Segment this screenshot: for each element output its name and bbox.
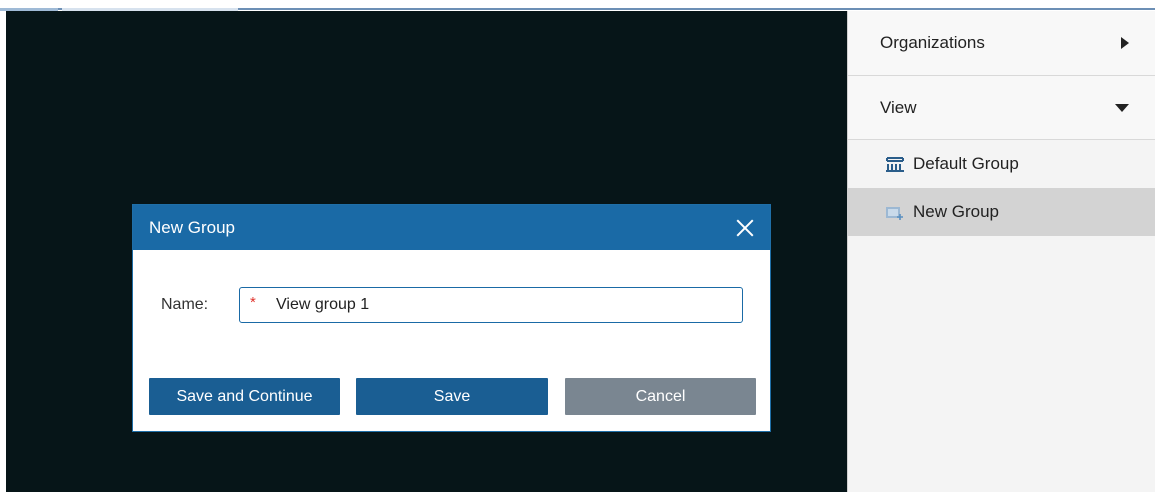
- view-label: View: [880, 97, 917, 117]
- dialog-header: New Group: [133, 205, 770, 250]
- right-panel: Organizations View Default Group New Gro…: [847, 11, 1155, 492]
- group-building-icon: [885, 156, 905, 172]
- save-button[interactable]: Save: [356, 378, 548, 415]
- name-label: Name:: [161, 296, 209, 313]
- dialog-title: New Group: [149, 217, 235, 237]
- tree-item-default-group[interactable]: Default Group: [848, 140, 1155, 188]
- tree-item-label: New Group: [913, 202, 999, 221]
- required-marker: *: [250, 293, 256, 311]
- organizations-label: Organizations: [880, 33, 985, 52]
- name-row: Name: *: [161, 287, 743, 323]
- save-and-continue-button[interactable]: Save and Continue: [149, 378, 340, 415]
- chevron-down-icon[interactable]: [1115, 103, 1129, 112]
- chevron-right-icon[interactable]: [1121, 37, 1129, 49]
- view-section[interactable]: View: [848, 76, 1155, 140]
- tree-item-label: Default Group: [913, 154, 1019, 173]
- cancel-button[interactable]: Cancel: [565, 378, 756, 415]
- organizations-section[interactable]: Organizations: [848, 11, 1155, 76]
- new-group-dialog: New Group Name: * Save and Continue Save…: [132, 204, 771, 432]
- tree-item-new-group[interactable]: New Group: [848, 188, 1155, 236]
- name-field-wrapper[interactable]: *: [239, 287, 743, 323]
- close-icon[interactable]: [734, 217, 756, 239]
- name-input[interactable]: [276, 296, 726, 314]
- top-accent-bar: [0, 0, 1155, 11]
- new-group-icon: [885, 204, 905, 220]
